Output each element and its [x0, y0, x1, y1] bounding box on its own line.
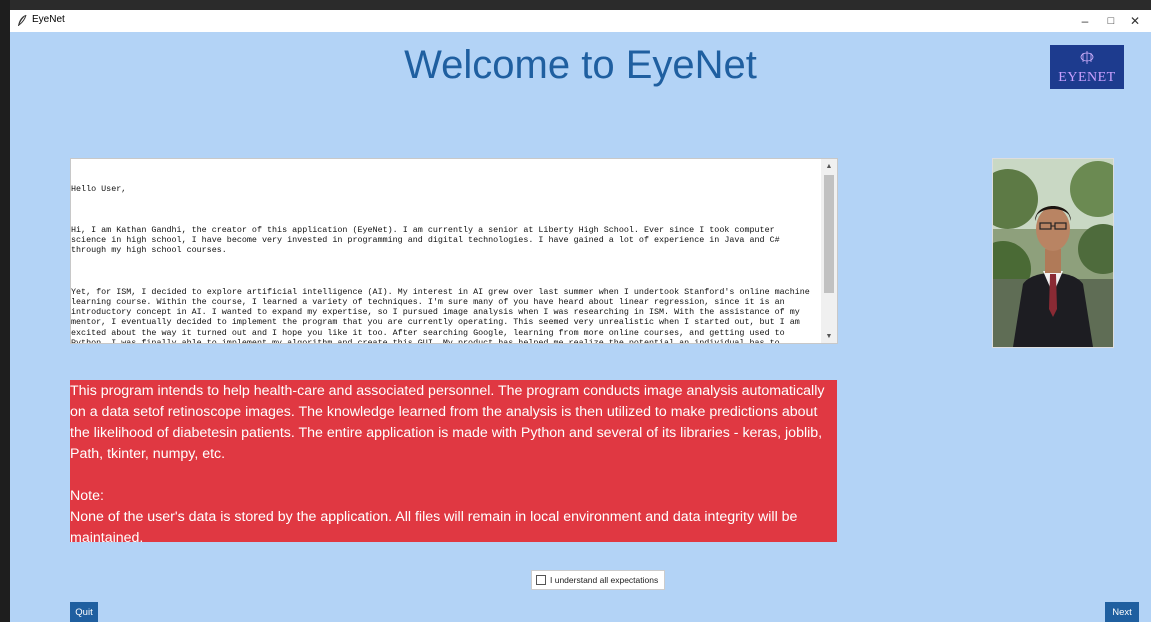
page-title: Welcome to EyeNet	[404, 43, 757, 87]
bio-scrollbar[interactable]: ▲ ▼	[821, 159, 837, 343]
author-photo	[992, 158, 1114, 348]
next-button[interactable]: Next	[1105, 602, 1139, 622]
program-description: This program intends to help health-care…	[70, 383, 825, 462]
bio-paragraph: Hi, I am Kathan Gandhi, the creator of t…	[71, 224, 785, 256]
feather-icon	[16, 14, 28, 28]
title-bar: EyeNet – □ ✕	[10, 10, 1151, 32]
logo-text: EYENET	[1058, 70, 1116, 85]
window-title: EyeNet	[32, 14, 65, 25]
app-window: EyeNet – □ ✕ Welcome to EyeNet EYENET He…	[10, 10, 1151, 622]
bio-paragraph: Hello User,	[71, 183, 127, 194]
eyenet-logo: EYENET	[1050, 45, 1124, 89]
scroll-down-icon[interactable]: ▼	[821, 329, 837, 343]
desktop-edge	[0, 0, 10, 622]
scroll-thumb[interactable]	[824, 175, 834, 293]
agreement-checkbox[interactable]: I understand all expectations	[531, 570, 665, 590]
bio-paragraph: Yet, for ISM, I decided to explore artif…	[71, 286, 810, 343]
checkbox-icon[interactable]	[536, 575, 546, 585]
close-button[interactable]: ✕	[1118, 10, 1151, 32]
note-text: None of the user's data is stored by the…	[70, 509, 798, 546]
bio-text: Hello User, Hi, I am Kathan Gandhi, the …	[71, 159, 814, 343]
note-label: Note:	[70, 488, 104, 504]
agreement-label: I understand all expectations	[550, 575, 659, 585]
scroll-up-icon[interactable]: ▲	[821, 159, 837, 173]
info-panel: This program intends to help health-care…	[70, 380, 837, 546]
quit-button[interactable]: Quit	[70, 602, 98, 622]
bio-textarea[interactable]: Hello User, Hi, I am Kathan Gandhi, the …	[70, 158, 838, 344]
